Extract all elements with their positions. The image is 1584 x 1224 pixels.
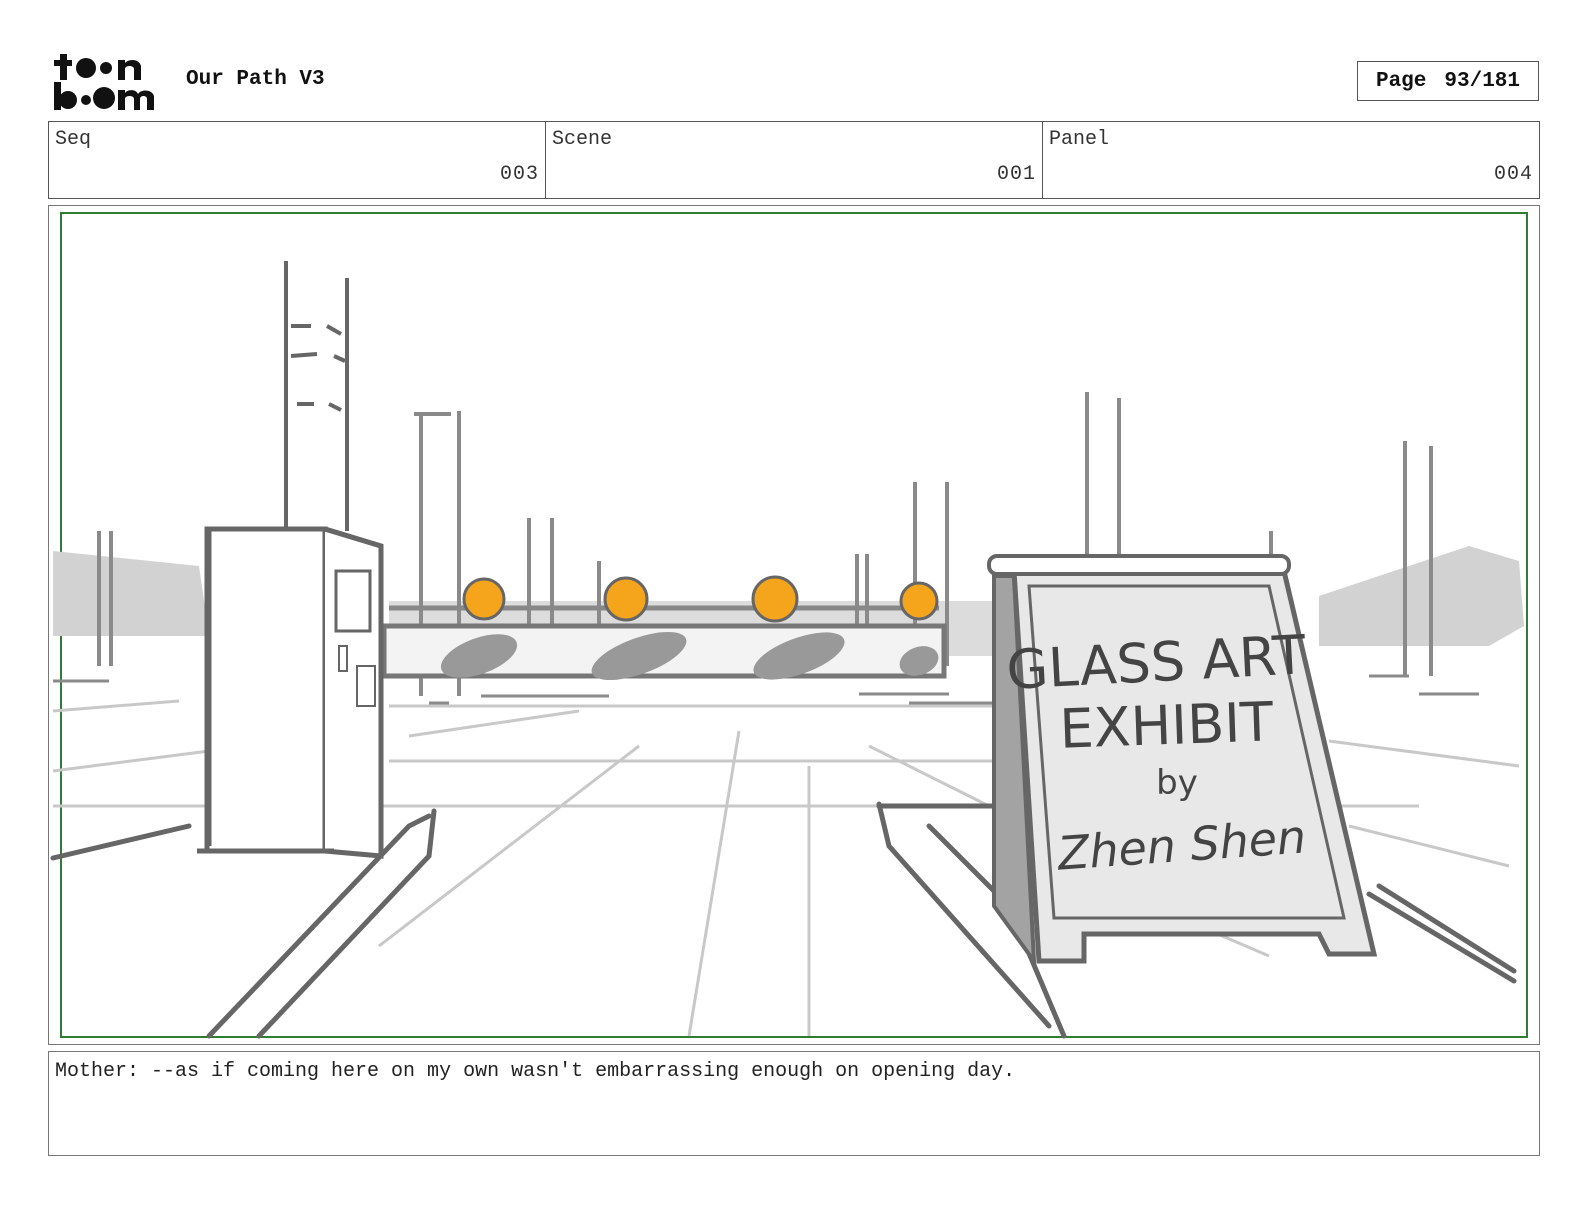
panel-value: 004 [1493, 163, 1533, 186]
toon-boom-logo [54, 54, 154, 110]
left-hill [53, 551, 209, 636]
ticket-kiosk [197, 526, 384, 859]
project-title: Our Path V3 [186, 68, 325, 91]
sign-line-3: by [1156, 763, 1198, 803]
page-label: Page [1375, 69, 1427, 93]
seq-cell: Seq 003 [49, 122, 546, 198]
storyboard-panel: GLASS ART EXHIBIT by Zhen Shen [48, 205, 1540, 1045]
right-hill [1319, 546, 1524, 646]
panel-info-row: Seq 003 Scene 001 Panel 004 [48, 121, 1540, 199]
scene-value: 001 [996, 163, 1036, 186]
page-indicator: Page 93/181 [1357, 61, 1539, 101]
sign-line-2: EXHIBIT [1059, 690, 1276, 760]
dialogue-text: Mother: --as if coming here on my own wa… [55, 1060, 1016, 1083]
panel-cell: Panel 004 [1043, 122, 1539, 198]
seq-label: Seq [55, 128, 92, 151]
panel-label: Panel [1049, 128, 1110, 151]
page-number: 93/181 [1444, 69, 1521, 93]
seq-value: 003 [499, 163, 539, 186]
panel-drawing: GLASS ART EXHIBIT by Zhen Shen [50, 212, 1528, 1039]
dialogue-box: Mother: --as if coming here on my own wa… [48, 1051, 1540, 1156]
exhibit-sign: GLASS ART EXHIBIT by Zhen Shen [987, 554, 1378, 968]
scene-label: Scene [552, 128, 613, 151]
scene-cell: Scene 001 [546, 122, 1043, 198]
